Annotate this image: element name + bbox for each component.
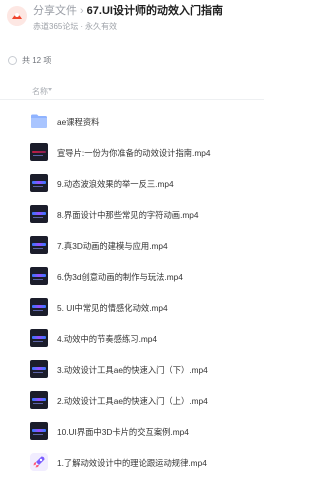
file-row[interactable]: 10.UI界面中3D卡片的交互案例.mp4: [0, 417, 264, 448]
file-name[interactable]: 3.动效设计工具ae的快速入门（下）.mp4: [57, 364, 260, 376]
sort-arrow-icon[interactable]: [48, 88, 52, 91]
page-title: 67.UI设计师的动效入门指南: [86, 5, 223, 17]
share-avatar: [7, 6, 27, 26]
file-row[interactable]: 宣导片:一份为你准备的动效设计指南.mp4: [0, 138, 264, 169]
file-name[interactable]: 4.动效中的节奏感练习.mp4: [57, 333, 260, 345]
video-thumbnail-icon: [30, 360, 48, 378]
file-row[interactable]: 5. UI中常见的情感化动效.mp4: [0, 293, 264, 324]
file-row[interactable]: 2.动效设计工具ae的快速入门（上）.mp4: [0, 386, 264, 417]
file-row[interactable]: 7.真3D动画的建模与应用.mp4: [0, 231, 264, 262]
rocket-app-icon: [30, 453, 48, 471]
file-row[interactable]: 3.动效设计工具ae的快速入门（下）.mp4: [0, 355, 264, 386]
avatar-icon: [7, 6, 27, 26]
file-row[interactable]: 9.动态波浪效果的举一反三.mp4: [0, 169, 264, 200]
video-thumbnail-icon: [30, 205, 48, 223]
video-thumbnail-icon: [30, 329, 48, 347]
file-name[interactable]: 2.动效设计工具ae的快速入门（上）.mp4: [57, 395, 260, 407]
share-source: 赤道365论坛: [33, 22, 79, 31]
share-meta: 赤道365论坛 · 永久有效: [33, 21, 117, 32]
select-all-checkbox[interactable]: [8, 56, 17, 65]
item-count: 共 12 项: [22, 56, 52, 65]
video-thumbnail-icon: [30, 391, 48, 409]
file-name[interactable]: 6.伪3d创意动画的制作与玩法.mp4: [57, 271, 260, 283]
folder-row[interactable]: ae课程资料: [0, 107, 264, 138]
file-row[interactable]: 8.界面设计中那些常见的字符动画.mp4: [0, 200, 264, 231]
video-thumbnail-icon: [30, 298, 48, 316]
file-row[interactable]: 1.了解动效设计中的理论跟运动规律.mp4: [0, 448, 264, 479]
video-thumbnail-icon: [30, 236, 48, 254]
video-thumbnail-icon: [30, 422, 48, 440]
folder-icon: [30, 112, 48, 130]
breadcrumb: 分享文件 › 67.UI设计师的动效入门指南: [33, 4, 261, 20]
file-row[interactable]: 4.动效中的节奏感练习.mp4: [0, 324, 264, 355]
file-name[interactable]: 5. UI中常见的情感化动效.mp4: [57, 302, 260, 314]
file-name[interactable]: 7.真3D动画的建模与应用.mp4: [57, 240, 260, 252]
column-name-label[interactable]: 名称: [32, 86, 48, 97]
select-all-row: 共 12 项: [0, 54, 264, 68]
video-thumbnail-icon: [30, 174, 48, 192]
file-list: ae课程资料 宣导片:一份为你准备的动效设计指南.mp4 9.动态波浪效果的举一反三…: [0, 107, 264, 479]
meta-dot: ·: [80, 22, 84, 31]
file-name[interactable]: ae课程资料: [57, 116, 260, 128]
file-name[interactable]: 10.UI界面中3D卡片的交互案例.mp4: [57, 426, 260, 438]
share-header: 分享文件 › 67.UI设计师的动效入门指南 赤道365论坛 · 永久有效: [0, 0, 264, 46]
breadcrumb-separator: ›: [80, 5, 84, 17]
file-name[interactable]: 宣导片:一份为你准备的动效设计指南.mp4: [57, 147, 260, 159]
breadcrumb-share-link[interactable]: 分享文件: [33, 5, 77, 17]
file-row[interactable]: 6.伪3d创意动画的制作与玩法.mp4: [0, 262, 264, 293]
video-thumbnail-icon: [30, 267, 48, 285]
file-name[interactable]: 9.动态波浪效果的举一反三.mp4: [57, 178, 260, 190]
file-name[interactable]: 1.了解动效设计中的理论跟运动规律.mp4: [57, 457, 260, 469]
video-thumbnail-icon: [30, 143, 48, 161]
column-header: 名称: [0, 80, 264, 100]
file-name[interactable]: 8.界面设计中那些常见的字符动画.mp4: [57, 209, 260, 221]
share-validity: 永久有效: [85, 22, 118, 31]
